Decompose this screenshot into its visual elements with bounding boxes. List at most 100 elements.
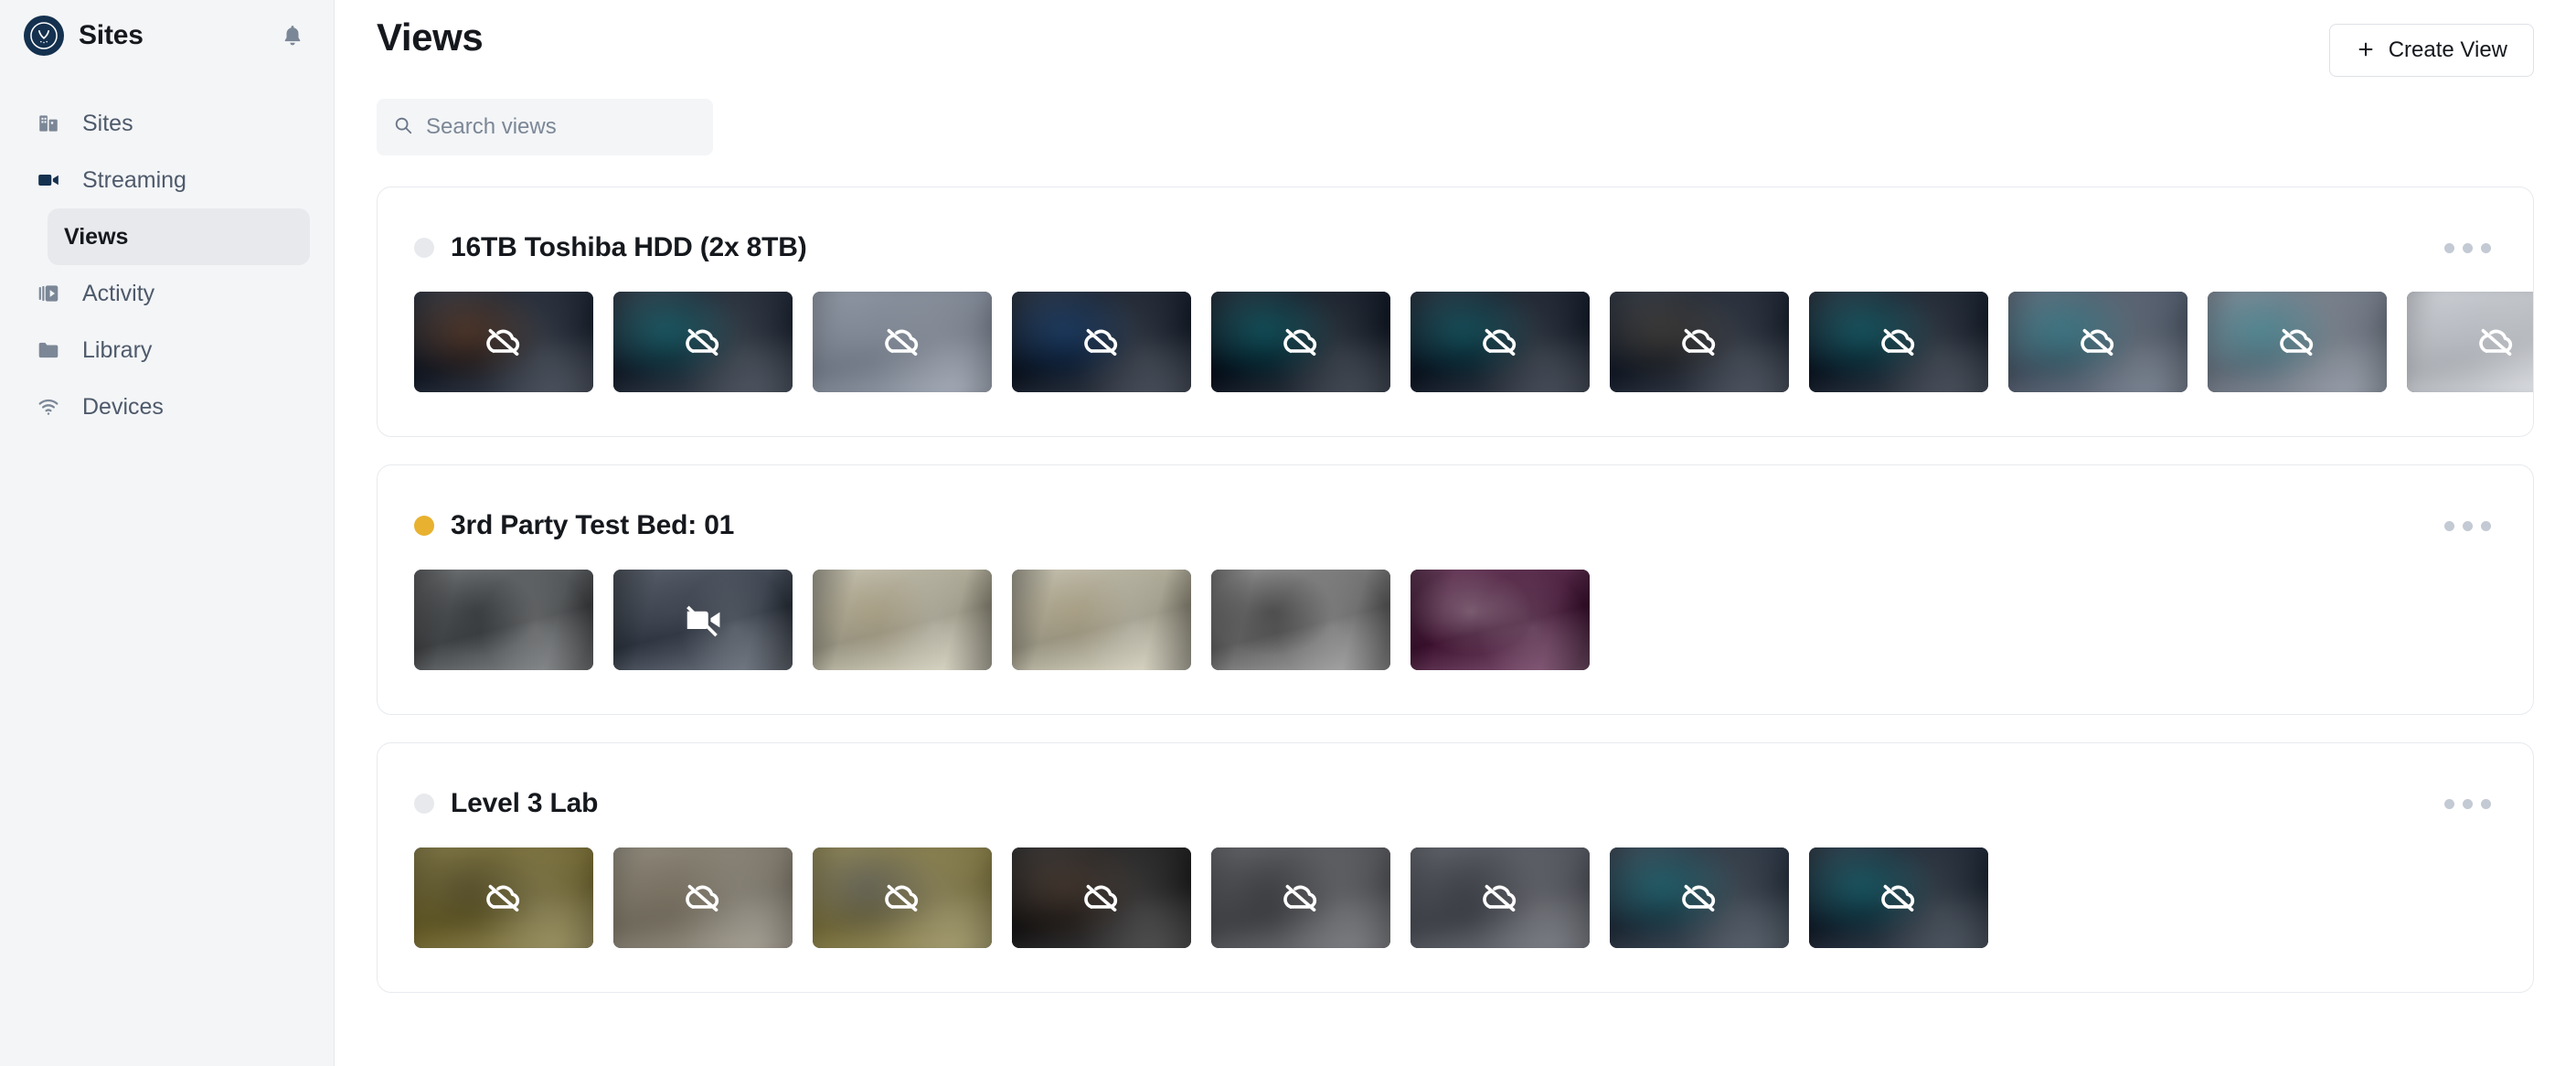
cloud-off-icon xyxy=(613,292,793,392)
video-library-icon xyxy=(33,278,64,309)
sidebar-item-streaming[interactable]: Streaming xyxy=(24,152,310,208)
camera-thumbnail[interactable] xyxy=(813,847,992,948)
more-horizontal-icon[interactable] xyxy=(2439,512,2496,540)
camera-thumbnail[interactable] xyxy=(1809,847,1988,948)
cloud-off-icon xyxy=(2008,292,2187,392)
sidebar: Sites Sites Streaming Views Activity Lib… xyxy=(0,0,335,1066)
camera-thumbnail[interactable] xyxy=(1211,570,1390,670)
video-off-icon xyxy=(613,570,793,670)
page-header: Views Create View xyxy=(335,0,2576,84)
sidebar-item-label: Library xyxy=(82,336,153,363)
cloud-off-icon xyxy=(1410,847,1590,948)
camera-thumbnail[interactable] xyxy=(1410,847,1590,948)
sidebar-item-label: Devices xyxy=(82,393,164,420)
cloud-off-icon xyxy=(414,847,593,948)
search-input[interactable] xyxy=(426,114,697,140)
thumbnail-row[interactable] xyxy=(378,549,2533,714)
search-section xyxy=(335,84,2576,155)
camera-thumbnail[interactable] xyxy=(2008,292,2187,392)
camera-thumbnail[interactable] xyxy=(613,292,793,392)
cloud-off-icon xyxy=(2407,292,2533,392)
camera-thumbnail[interactable] xyxy=(813,570,992,670)
view-card: 16TB Toshiba HDD (2x 8TB) xyxy=(377,187,2534,437)
video-camera-icon xyxy=(33,165,64,196)
folder-icon xyxy=(33,335,64,366)
search-icon xyxy=(393,115,413,140)
cloud-off-icon xyxy=(1610,847,1789,948)
plus-icon xyxy=(2356,39,2376,62)
cloud-off-icon xyxy=(1211,292,1390,392)
cloud-off-icon xyxy=(813,847,992,948)
camera-thumbnail[interactable] xyxy=(2208,292,2387,392)
views-list: 16TB Toshiba HDD (2x 8TB) 3rd Party Test … xyxy=(335,155,2576,993)
view-card-header: 16TB Toshiba HDD (2x 8TB) xyxy=(378,187,2533,272)
main-content: Views Create View Search views 16TB Tosh… xyxy=(335,0,2576,1066)
camera-thumbnail[interactable] xyxy=(414,847,593,948)
status-badge xyxy=(414,238,434,258)
thumbnail-image xyxy=(1410,570,1590,670)
status-badge xyxy=(414,516,434,536)
sidebar-item-devices[interactable]: Devices xyxy=(24,378,310,435)
sidebar-subitem-label: Views xyxy=(64,223,129,250)
cloud-off-icon xyxy=(813,292,992,392)
cloud-off-icon xyxy=(2208,292,2387,392)
app-root: Sites Sites Streaming Views Activity Lib… xyxy=(0,0,2576,1066)
cloud-off-icon xyxy=(613,847,793,948)
create-view-button[interactable]: Create View xyxy=(2328,24,2534,77)
thumbnail-image xyxy=(1211,570,1390,670)
camera-thumbnail[interactable] xyxy=(1211,292,1390,392)
cloud-off-icon xyxy=(1610,292,1789,392)
camera-thumbnail[interactable] xyxy=(1809,292,1988,392)
sidebar-item-label: Streaming xyxy=(82,166,186,193)
cloud-off-icon xyxy=(1211,847,1390,948)
camera-thumbnail[interactable] xyxy=(2407,292,2533,392)
sidebar-item-library[interactable]: Library xyxy=(24,322,310,378)
cloud-off-icon xyxy=(1809,847,1988,948)
bell-icon[interactable] xyxy=(279,22,306,49)
sidebar-item-label: Sites xyxy=(82,110,133,136)
thumbnail-row[interactable] xyxy=(378,827,2533,992)
thumbnail-row[interactable] xyxy=(378,272,2533,436)
camera-thumbnail[interactable] xyxy=(414,570,593,670)
camera-thumbnail[interactable] xyxy=(613,847,793,948)
sidebar-item-views[interactable]: Views xyxy=(48,208,310,265)
search-box[interactable] xyxy=(377,99,713,155)
sidebar-item-activity[interactable]: Activity xyxy=(24,265,310,322)
thumbnail-image xyxy=(813,570,992,670)
sidebar-nav: Sites Streaming Views Activity Library D… xyxy=(0,95,334,435)
page-title: Views xyxy=(377,16,484,59)
camera-thumbnail[interactable] xyxy=(1012,847,1191,948)
view-card-title: 3rd Party Test Bed: 01 xyxy=(451,510,735,540)
thumbnail-image xyxy=(1012,570,1191,670)
camera-thumbnail[interactable] xyxy=(1610,847,1789,948)
camera-thumbnail[interactable] xyxy=(1211,847,1390,948)
camera-thumbnail[interactable] xyxy=(1610,292,1789,392)
create-view-label: Create View xyxy=(2388,37,2507,62)
view-card: Level 3 Lab xyxy=(377,742,2534,993)
view-card-title: 16TB Toshiba HDD (2x 8TB) xyxy=(451,232,807,262)
more-horizontal-icon[interactable] xyxy=(2439,790,2496,818)
view-card-header: Level 3 Lab xyxy=(378,743,2533,827)
view-card-header: 3rd Party Test Bed: 01 xyxy=(378,465,2533,549)
owl-logo-icon xyxy=(24,16,64,56)
camera-thumbnail[interactable] xyxy=(613,570,793,670)
brand-title: Sites xyxy=(79,20,144,50)
cloud-off-icon xyxy=(1012,292,1191,392)
more-horizontal-icon[interactable] xyxy=(2439,234,2496,262)
thumbnail-image xyxy=(414,570,593,670)
brand-header: Sites xyxy=(0,0,334,71)
cloud-off-icon xyxy=(1410,292,1590,392)
camera-thumbnail[interactable] xyxy=(813,292,992,392)
view-card: 3rd Party Test Bed: 01 xyxy=(377,464,2534,715)
camera-thumbnail[interactable] xyxy=(1012,292,1191,392)
camera-thumbnail[interactable] xyxy=(414,292,593,392)
camera-thumbnail[interactable] xyxy=(1012,570,1191,670)
cloud-off-icon xyxy=(1012,847,1191,948)
sidebar-item-sites[interactable]: Sites xyxy=(24,95,310,152)
wifi-icon xyxy=(33,391,64,422)
view-card-title: Level 3 Lab xyxy=(451,788,599,818)
cloud-off-icon xyxy=(414,292,593,392)
camera-thumbnail[interactable] xyxy=(1410,292,1590,392)
sidebar-item-label: Activity xyxy=(82,280,155,306)
camera-thumbnail[interactable] xyxy=(1410,570,1590,670)
